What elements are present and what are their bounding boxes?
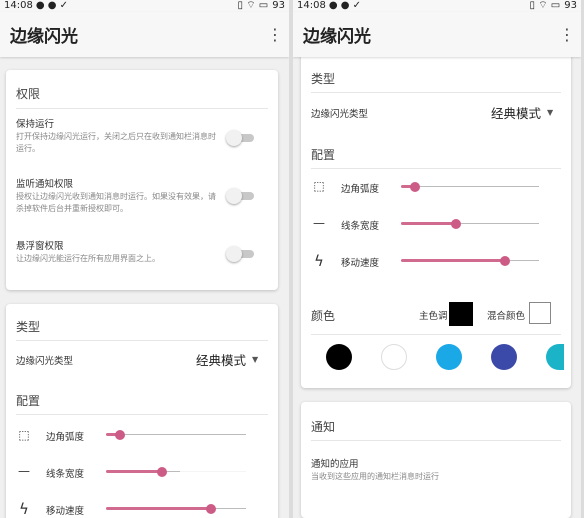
slider-thumb[interactable] <box>157 467 167 477</box>
line-width-slider[interactable] <box>401 217 539 231</box>
type-dropdown[interactable]: 经典模式 ▼ <box>196 350 258 369</box>
type-label: 边缘闪光类型 <box>16 356 74 367</box>
type-title: 类型 <box>16 320 41 334</box>
line-width-label: 线条宽度 <box>341 221 380 232</box>
status-bar: 14:08 ● ● ✓ ▯ ⌔ ▭ 93 <box>293 0 581 12</box>
permissions-card: 权限 保持运行 打开保持边缘闪光运行，关闭之后只在收到通知栏消息时运行。 监听通… <box>6 70 278 290</box>
divider <box>16 340 268 341</box>
overlay-permission-label: 悬浮窗权限 <box>16 241 64 252</box>
status-time: 14:08 <box>297 0 326 11</box>
permissions-title: 权限 <box>16 87 41 101</box>
more-vert-icon[interactable]: ⋮ <box>559 25 575 44</box>
slider-thumb[interactable] <box>499 256 510 266</box>
battery-level: 93 <box>272 0 285 11</box>
app-title: 边缘闪光 <box>303 27 371 47</box>
app-title: 边缘闪光 <box>10 27 78 47</box>
divider <box>311 92 561 93</box>
dropdown-arrow-icon: ▼ <box>252 355 259 364</box>
corner-radius-slider[interactable] <box>401 180 539 194</box>
dropdown-arrow-icon: ▼ <box>547 108 554 117</box>
palette-color-cyan[interactable] <box>546 344 564 370</box>
move-speed-slider[interactable] <box>106 502 246 516</box>
type-value: 经典模式 <box>491 106 542 121</box>
divider <box>16 108 268 109</box>
notify-apps-label: 通知的应用 <box>311 459 359 470</box>
palette-color-light-blue[interactable] <box>436 344 462 370</box>
keep-running-switch[interactable] <box>226 130 254 146</box>
notification-permission-switch[interactable] <box>226 188 254 204</box>
palette-color-indigo[interactable] <box>491 344 517 370</box>
config-title: 配置 <box>16 394 41 408</box>
more-vert-icon[interactable]: ⋮ <box>267 25 283 44</box>
notification-permission-desc: 授权让边缘闪光收到通知消息时运行。如果没有效果，请杀掉软件后台并重新授权即可。 <box>16 192 216 213</box>
rounded-corner-icon: ⬚ <box>313 179 325 193</box>
left-screen: 14:08 ● ● ✓ ▯ ⌔ ▭ 93 边缘闪光 ⋮ 权限 保持运行 打开保持… <box>0 0 289 518</box>
status-time: 14:08 <box>4 0 33 11</box>
color-title: 颜色 <box>311 309 336 323</box>
type-dropdown[interactable]: 经典模式 ▼ <box>491 103 553 122</box>
battery-level: 93 <box>564 0 577 11</box>
line-width-icon: — <box>313 216 325 230</box>
app-bar: 边缘闪光 ⋮ <box>0 12 289 57</box>
palette-color-white[interactable] <box>381 344 407 370</box>
type-config-color-card: 类型 边缘闪光类型 经典模式 ▼ 配置 ⬚ 边角弧度 — 线条宽度 ϟ 移动速度… <box>301 50 571 388</box>
corner-radius-slider[interactable] <box>106 428 246 442</box>
slider-thumb[interactable] <box>206 504 216 514</box>
status-bar: 14:08 ● ● ✓ ▯ ⌔ ▭ 93 <box>0 0 289 12</box>
slider-thumb[interactable] <box>115 430 125 440</box>
palette-color-black[interactable] <box>326 344 352 370</box>
divider <box>311 440 561 441</box>
keep-running-label: 保持运行 <box>16 119 55 130</box>
right-screen: 14:08 ● ● ✓ ▯ ⌔ ▭ 93 边缘闪光 ⋮ 类型 边缘闪光类型 经典… <box>293 0 581 518</box>
move-speed-label: 移动速度 <box>46 506 85 517</box>
primary-color-swatch[interactable] <box>449 302 473 326</box>
flash-icon: ϟ <box>19 500 29 518</box>
signal-icons: ▯ ⌔ ▭ <box>529 0 561 11</box>
divider <box>311 334 561 335</box>
mixed-color-checkbox[interactable] <box>529 302 551 324</box>
corner-radius-label: 边角弧度 <box>46 432 85 443</box>
slider-thumb[interactable] <box>409 182 420 192</box>
notification-icons: ● ● ✓ <box>35 0 69 11</box>
notify-title: 通知 <box>311 420 336 434</box>
line-width-label: 线条宽度 <box>46 469 85 480</box>
type-value: 经典模式 <box>196 353 247 368</box>
line-width-icon: — <box>18 464 30 478</box>
notification-icons: ● ● ✓ <box>328 0 362 11</box>
divider <box>311 168 561 169</box>
switch-knob <box>226 130 242 146</box>
move-speed-slider[interactable] <box>401 254 539 268</box>
type-label: 边缘闪光类型 <box>311 109 369 120</box>
config-title: 配置 <box>311 148 336 162</box>
type-title: 类型 <box>311 72 336 86</box>
primary-color-label: 主色调 <box>419 311 448 322</box>
move-speed-label: 移动速度 <box>341 258 380 269</box>
divider <box>16 414 268 415</box>
signal-icons: ▯ ⌔ ▭ <box>237 0 269 11</box>
blur-overlay <box>478 455 558 500</box>
switch-knob <box>226 188 242 204</box>
mixed-color-label: 混合颜色 <box>487 311 526 322</box>
app-bar: 边缘闪光 ⋮ <box>293 12 581 57</box>
notification-permission-label: 监听通知权限 <box>16 179 74 190</box>
flash-icon: ϟ <box>314 252 324 270</box>
slider-thumb[interactable] <box>451 219 462 229</box>
rounded-corner-icon: ⬚ <box>18 428 30 442</box>
switch-knob <box>226 246 242 262</box>
overlay-permission-switch[interactable] <box>226 246 254 262</box>
keep-running-desc: 打开保持边缘闪光运行，关闭之后只在收到通知栏消息时运行。 <box>16 132 216 153</box>
corner-radius-label: 边角弧度 <box>341 184 380 195</box>
overlay-permission-desc: 让边缘闪光能运行在所有应用界面之上。 <box>16 254 160 263</box>
blur-overlay <box>180 455 260 500</box>
